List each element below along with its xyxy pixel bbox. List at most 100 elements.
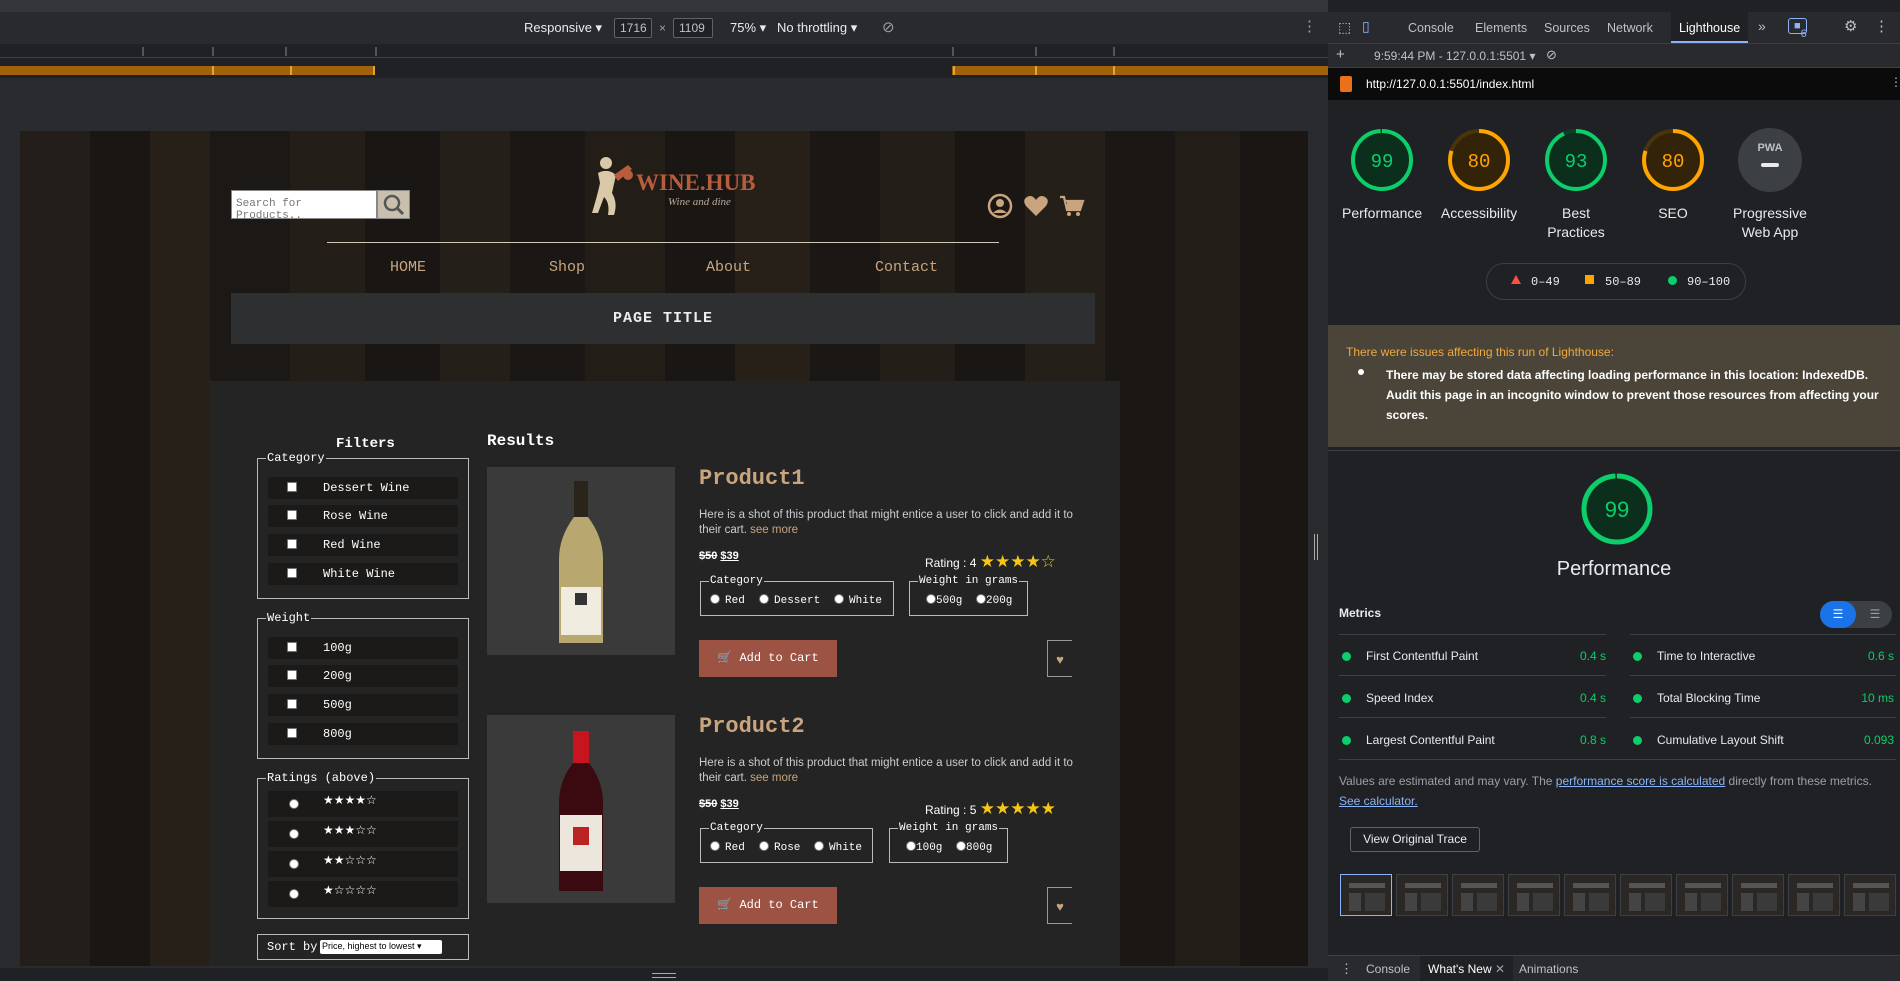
more-tabs-icon[interactable]: » (1758, 18, 1766, 34)
radio[interactable] (289, 799, 299, 809)
sort-select[interactable]: Price, highest to lowest ▾ (320, 940, 442, 954)
view-trace-button[interactable]: View Original Trace (1350, 827, 1480, 852)
weight-option[interactable]: 800g (268, 723, 458, 745)
report-url[interactable]: http://127.0.0.1:5501/index.html (1366, 77, 1534, 91)
rating-option[interactable]: ★★★☆☆ (268, 821, 458, 847)
tab-console[interactable]: Console (1408, 21, 1454, 35)
category-radio[interactable]: Rose (759, 841, 800, 854)
drawer-tab-whats-new[interactable]: What's New ✕ (1420, 956, 1514, 981)
compact-view-icon[interactable]: ☰ (1820, 601, 1856, 628)
drawer-tab-console[interactable]: Console (1366, 962, 1410, 976)
category-radio[interactable]: White (814, 841, 862, 854)
see-calculator-link[interactable]: See calculator. (1339, 794, 1418, 808)
weight-radio[interactable]: 500g (926, 594, 962, 607)
radio[interactable] (289, 829, 299, 839)
zoom-select[interactable]: 75% ▾ (730, 20, 766, 36)
report-menu-icon[interactable]: ⋮ (1890, 75, 1900, 89)
score-gauge-seo[interactable]: 80 SEO (1633, 127, 1713, 223)
see-more-link[interactable]: see more (750, 772, 798, 784)
resize-handle-bottom[interactable] (652, 973, 676, 978)
score-gauge-accessibility[interactable]: 80 Accessibility (1439, 127, 1519, 223)
rating-option[interactable]: ★★★★☆ (268, 791, 458, 817)
filmstrip-frame[interactable] (1788, 874, 1840, 916)
category-option[interactable]: Red Wine (268, 534, 458, 556)
checkbox[interactable] (287, 539, 297, 549)
weight-radio[interactable]: 800g (956, 841, 992, 854)
checkbox[interactable] (287, 699, 297, 709)
product-name[interactable]: Product1 (699, 466, 805, 491)
device-toggle-icon[interactable]: ▯ (1362, 18, 1370, 35)
nav-contact[interactable]: Contact (875, 259, 938, 276)
viewport-height-input[interactable]: 1109 (673, 18, 713, 38)
checkbox[interactable] (287, 568, 297, 578)
nav-shop[interactable]: Shop (549, 259, 585, 276)
score-calculated-link[interactable]: performance score is calculated (1556, 774, 1725, 788)
device-mode-select[interactable]: Responsive ▾ (524, 20, 602, 36)
nav-home[interactable]: HOME (390, 259, 426, 276)
filmstrip-frame[interactable] (1508, 874, 1560, 916)
category-option[interactable]: Dessert Wine (268, 477, 458, 499)
weight-option[interactable]: 100g (268, 637, 458, 659)
weight-option[interactable]: 500g (268, 694, 458, 716)
media-query-bar[interactable] (0, 64, 1328, 78)
score-gauge-best-practices[interactable]: 93 Best Practices (1536, 127, 1616, 242)
product-image[interactable] (487, 467, 675, 655)
weight-radio[interactable]: 100g (906, 841, 942, 854)
wishlist-button[interactable]: ♥ (1047, 887, 1072, 924)
score-gauge-progressive-web-app[interactable]: PWA Progressive Web App (1730, 127, 1810, 242)
tab-elements[interactable]: Elements (1475, 21, 1527, 35)
search-button[interactable] (377, 190, 410, 219)
rotate-icon[interactable]: ⊘ (882, 18, 895, 36)
cart-icon[interactable] (1059, 194, 1085, 218)
rating-option[interactable]: ★☆☆☆☆ (268, 881, 458, 907)
radio[interactable] (289, 889, 299, 899)
checkbox[interactable] (287, 670, 297, 680)
checkbox[interactable] (287, 728, 297, 738)
heart-icon[interactable] (1023, 194, 1049, 218)
filmstrip-frame[interactable] (1564, 874, 1616, 916)
filmstrip-frame[interactable] (1620, 874, 1672, 916)
issues-badge[interactable]: ■ 6 (1788, 18, 1807, 40)
checkbox[interactable] (287, 482, 297, 492)
inspect-icon[interactable]: ⬚ (1338, 19, 1351, 36)
nav-about[interactable]: About (706, 259, 751, 276)
report-selector[interactable]: 9:59:44 PM - 127.0.0.1:5501 ▾ (1374, 49, 1535, 63)
settings-icon[interactable]: ⚙ (1844, 17, 1857, 35)
close-icon[interactable]: ✕ (1495, 962, 1505, 976)
devtools-menu-icon[interactable]: ⋮ (1874, 17, 1889, 35)
product-image[interactable] (487, 715, 675, 903)
tab-sources[interactable]: Sources (1544, 21, 1590, 35)
category-radio[interactable]: White (834, 594, 882, 607)
expanded-view-icon[interactable]: ☰ (1858, 601, 1892, 628)
weight-radio[interactable]: 200g (976, 594, 1012, 607)
checkbox[interactable] (287, 510, 297, 520)
tab-lighthouse[interactable]: Lighthouse (1671, 12, 1749, 43)
user-icon[interactable] (987, 193, 1013, 219)
product-name[interactable]: Product2 (699, 714, 805, 739)
resize-handle-right[interactable] (1314, 534, 1318, 560)
radio[interactable] (289, 859, 299, 869)
category-radio[interactable]: Red (710, 841, 745, 854)
clear-icon[interactable]: ⊘ (1546, 47, 1557, 63)
new-report-icon[interactable]: + (1336, 46, 1345, 63)
filmstrip-frame[interactable] (1340, 874, 1392, 916)
site-logo[interactable]: WINE.HUB Wine and dine (588, 153, 756, 223)
filmstrip-frame[interactable] (1676, 874, 1728, 916)
filmstrip-frame[interactable] (1396, 874, 1448, 916)
viewport-width-input[interactable]: 1716 (614, 18, 652, 38)
checkbox[interactable] (287, 642, 297, 652)
drawer-menu-icon[interactable]: ⋮ (1340, 961, 1353, 977)
category-radio[interactable]: Dessert (759, 594, 820, 607)
score-gauge-performance[interactable]: 99 Performance (1342, 127, 1422, 223)
see-more-link[interactable]: see more (750, 524, 798, 536)
category-option[interactable]: White Wine (268, 563, 458, 585)
weight-option[interactable]: 200g (268, 665, 458, 687)
metrics-view-toggle[interactable]: ☰ ☰ (1820, 601, 1892, 628)
rating-option[interactable]: ★★☆☆☆ (268, 851, 458, 877)
more-options-icon[interactable]: ⋮ (1302, 17, 1317, 35)
filmstrip-frame[interactable] (1452, 874, 1504, 916)
filmstrip-frame[interactable] (1732, 874, 1784, 916)
tab-network[interactable]: Network (1607, 21, 1653, 35)
filmstrip-frame[interactable] (1844, 874, 1896, 916)
category-option[interactable]: Rose Wine (268, 505, 458, 527)
